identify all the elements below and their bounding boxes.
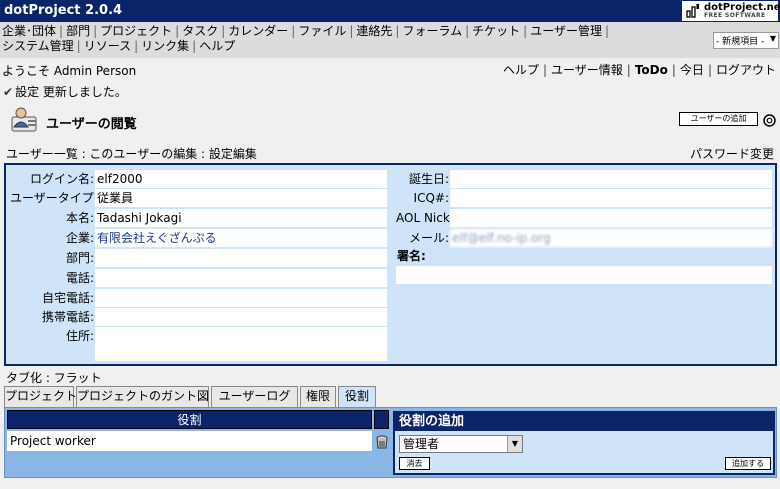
signature-label: 署名:	[397, 249, 426, 263]
status-message-text: 設定 更新しました。	[15, 85, 127, 99]
department-value	[95, 249, 387, 267]
table-row: Project worker	[7, 431, 372, 451]
menu-item-departments[interactable]: 部門	[66, 24, 90, 38]
company-label: 企業:	[65, 231, 94, 245]
icq-label: ICQ#:	[413, 191, 449, 205]
menu-item-links[interactable]: リンク集	[141, 39, 189, 53]
help-link[interactable]: ヘルプ	[503, 63, 539, 77]
app-title-bar: dotProject 2.0.4 dotProject.net FREE SOF…	[0, 0, 780, 22]
app-title: dotProject 2.0.4	[4, 3, 123, 18]
phone-label: 電話:	[65, 271, 94, 285]
menu-item-files[interactable]: ファイル	[298, 24, 346, 38]
real-name-label: 本名:	[65, 211, 94, 225]
menu-item-resources[interactable]: リソース	[84, 39, 131, 53]
address-value	[95, 327, 387, 361]
checkmark-icon: ✔	[3, 85, 14, 99]
change-password-link[interactable]: パスワード変更	[690, 145, 774, 162]
welcome-text: ようこそ Admin Person	[2, 64, 137, 78]
user-info-link[interactable]: ユーザー情報	[551, 63, 623, 77]
login-name-value: elf2000	[95, 170, 387, 188]
tab-user-log[interactable]: ユーザーログ	[211, 386, 298, 407]
real-name-value: Tadashi Jokagi	[95, 209, 387, 227]
new-item-select[interactable]: - 新規項目 - ▼	[713, 32, 779, 49]
menu-item-contacts[interactable]: 連絡先	[356, 24, 392, 38]
roles-table-header-action	[374, 410, 389, 429]
role-select[interactable]: 管理者 ▼	[399, 435, 523, 453]
tab-mode-toggle[interactable]: タブ化 : フラット	[6, 369, 102, 386]
home-phone-label: 自宅電話:	[41, 291, 94, 305]
menu-item-help[interactable]: ヘルプ	[199, 39, 235, 53]
tab-roles[interactable]: 役割	[338, 386, 376, 407]
email-value[interactable]: elf@elf.no-ip.org	[450, 229, 772, 247]
logo-icon	[686, 4, 699, 18]
new-item-select-value: - 新規項目 -	[716, 37, 765, 47]
roles-table-header: 役割	[7, 410, 372, 429]
menu-item-tasks[interactable]: タスク	[182, 24, 218, 38]
tab-project-gantt[interactable]: プロジェクトのガント図	[76, 386, 209, 407]
icq-value	[450, 189, 772, 207]
menu-item-projects[interactable]: プロジェクト	[100, 24, 172, 38]
add-role-title: 役割の追加	[395, 413, 773, 431]
top-links: ヘルプ | ユーザー情報 | ToDo | 今日 | ログアウト	[502, 63, 776, 77]
menu-item-tickets[interactable]: チケット	[472, 24, 520, 38]
clear-button[interactable]: 消去	[399, 457, 430, 470]
chevron-down-icon: ▼	[507, 436, 522, 452]
home-phone-value	[95, 289, 387, 307]
birthday-value	[450, 170, 772, 188]
user-type-label: ユーザータイプ:	[10, 191, 98, 205]
aol-nick-label: AOL Nick:	[396, 211, 454, 225]
chevron-down-icon: ▼	[769, 34, 776, 43]
menu-item-companies[interactable]: 企業･団体	[2, 24, 56, 38]
birthday-label: 誕生日:	[408, 172, 449, 186]
add-user-button[interactable]: ユーザーの追加	[679, 112, 758, 126]
add-role-button[interactable]: 追加する	[725, 457, 771, 470]
address-label: 住所:	[65, 329, 94, 343]
user-type-value: 従業員	[95, 189, 387, 207]
signature-value	[396, 266, 772, 284]
roles-panel: 役割 Project worker 役割の追加 管理者 ▼ 消去 追加する	[4, 407, 777, 478]
menu-item-calendar[interactable]: カレンダー	[228, 24, 288, 38]
tab-projects[interactable]: プロジェクト	[4, 386, 77, 407]
aol-nick-value	[450, 209, 772, 227]
todo-link[interactable]: ToDo	[635, 63, 668, 77]
today-link[interactable]: 今日	[680, 63, 704, 77]
user-view-icon	[11, 107, 37, 132]
add-role-form: 役割の追加 管理者 ▼ 消去 追加する	[393, 411, 775, 475]
main-menu-bar: 企業･団体 | 部門 | プロジェクト | タスク | カレンダー | ファイル | 連絡先 | フォーラム…	[0, 22, 780, 58]
page-title: ユーザーの閲覧	[46, 117, 137, 132]
mobile-phone-value	[95, 308, 387, 326]
phone-value	[95, 269, 387, 287]
status-message: ✔ 設定 更新しました。	[3, 83, 127, 100]
main-menu: 企業･団体 | 部門 | プロジェクト | タスク | カレンダー | ファイル | 連絡先 | フォーラム…	[2, 24, 609, 53]
dotproject-logo[interactable]: dotProject.net FREE SOFTWARE	[682, 1, 780, 21]
role-select-value: 管理者	[403, 437, 440, 451]
tab-permissions[interactable]: 権限	[300, 386, 336, 407]
email-label: メール:	[408, 231, 449, 245]
mobile-phone-label: 携帯電話:	[41, 310, 94, 324]
breadcrumb[interactable]: ユーザー一覧 : このユーザーの編集 : 設定編集	[6, 145, 257, 162]
menu-item-forums[interactable]: フォーラム	[402, 24, 462, 38]
logo-subtext: FREE SOFTWARE	[704, 12, 766, 19]
menu-item-user-admin[interactable]: ユーザー管理	[530, 24, 602, 38]
login-name-label: ログイン名:	[29, 172, 94, 186]
trash-icon[interactable]	[376, 435, 388, 449]
logout-link[interactable]: ログアウト	[716, 63, 776, 77]
help-icon[interactable]	[763, 114, 776, 127]
menu-item-system-admin[interactable]: システム管理	[2, 39, 74, 53]
user-detail-panel: ログイン名: elf2000 ユーザータイプ: 従業員 本名: Tadashi …	[4, 163, 777, 366]
department-label: 部門:	[65, 251, 94, 265]
company-value[interactable]: 有限会社えぐざんぷる	[95, 229, 387, 247]
